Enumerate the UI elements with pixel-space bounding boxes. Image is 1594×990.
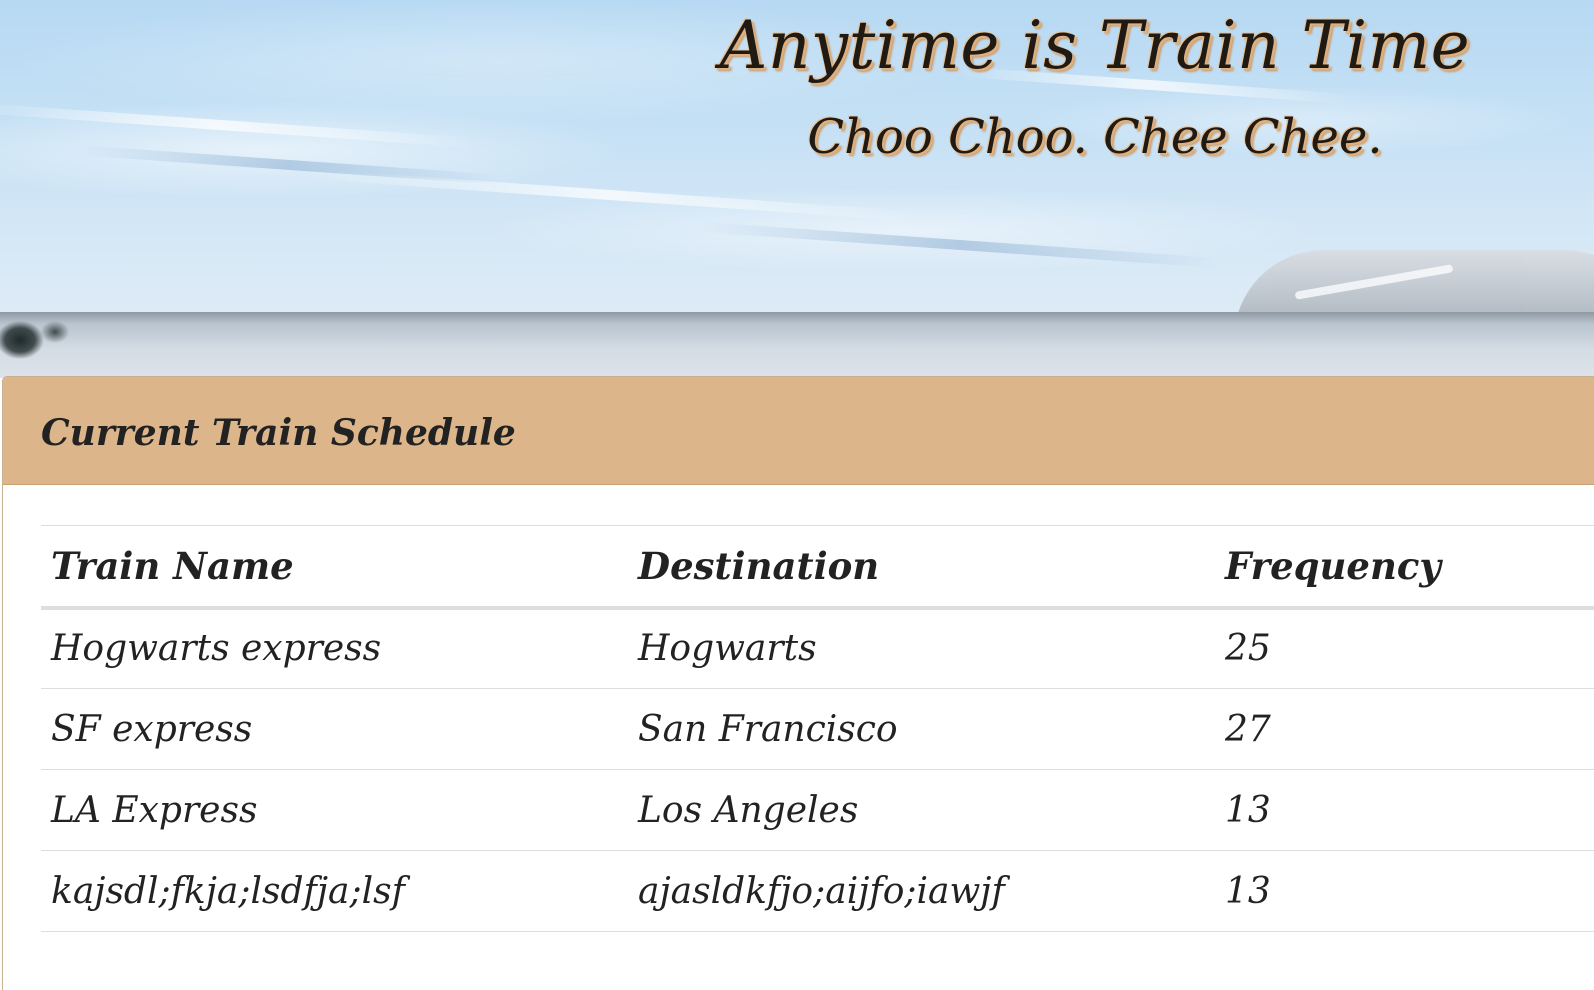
cell-destination: San Francisco	[628, 688, 1215, 770]
cloud-streak	[700, 221, 1220, 269]
table-body: Hogwarts express Hogwarts 25 SF express …	[41, 607, 1594, 932]
panel-title: Current Train Schedule	[41, 411, 516, 454]
cell-train-name: SF express	[41, 688, 628, 770]
panel-body: Train Name Destination Frequency Hogwart…	[3, 485, 1594, 932]
cell-frequency: 13	[1215, 850, 1594, 932]
cloud-streak	[80, 145, 500, 185]
cell-train-name: Hogwarts express	[41, 607, 628, 689]
panel-heading: Current Train Schedule	[3, 377, 1594, 485]
tree-silhouette	[0, 312, 90, 378]
cell-train-name: kajsdl;fkja;lsdfja;lsf	[41, 850, 628, 932]
cell-train-name: LA Express	[41, 769, 628, 851]
table-row: SF express San Francisco 27	[41, 688, 1594, 770]
train-schedule-table: Train Name Destination Frequency Hogwart…	[41, 525, 1594, 932]
table-header-row: Train Name Destination Frequency	[41, 525, 1594, 610]
schedule-panel: Current Train Schedule Train Name Destin…	[2, 376, 1594, 990]
table-row: Hogwarts express Hogwarts 25	[41, 607, 1594, 689]
cell-frequency: 25	[1215, 607, 1594, 689]
cloud-streak	[0, 101, 480, 149]
table-row: LA Express Los Angeles 13	[41, 769, 1594, 851]
cell-destination: ajasldkfjo;aijfo;iawjf	[628, 850, 1215, 932]
cell-frequency: 27	[1215, 688, 1594, 770]
cell-destination: Los Angeles	[628, 769, 1215, 851]
site-title: Anytime is Train Time	[719, 7, 1471, 84]
column-header-frequency: Frequency	[1215, 525, 1594, 610]
column-header-train-name: Train Name	[41, 525, 628, 610]
site-subtitle: Choo Choo. Chee Chee.	[807, 109, 1383, 165]
banner-lower-band	[0, 312, 1594, 378]
header-banner-image: Anytime is Train Time Choo Choo. Chee Ch…	[0, 0, 1594, 378]
table-header: Train Name Destination Frequency	[41, 525, 1594, 610]
table-row: kajsdl;fkja;lsdfja;lsf ajasldkfjo;aijfo;…	[41, 850, 1594, 932]
column-header-destination: Destination	[628, 525, 1215, 610]
cell-frequency: 13	[1215, 769, 1594, 851]
cell-destination: Hogwarts	[628, 607, 1215, 689]
page: Anytime is Train Time Choo Choo. Chee Ch…	[0, 0, 1594, 990]
